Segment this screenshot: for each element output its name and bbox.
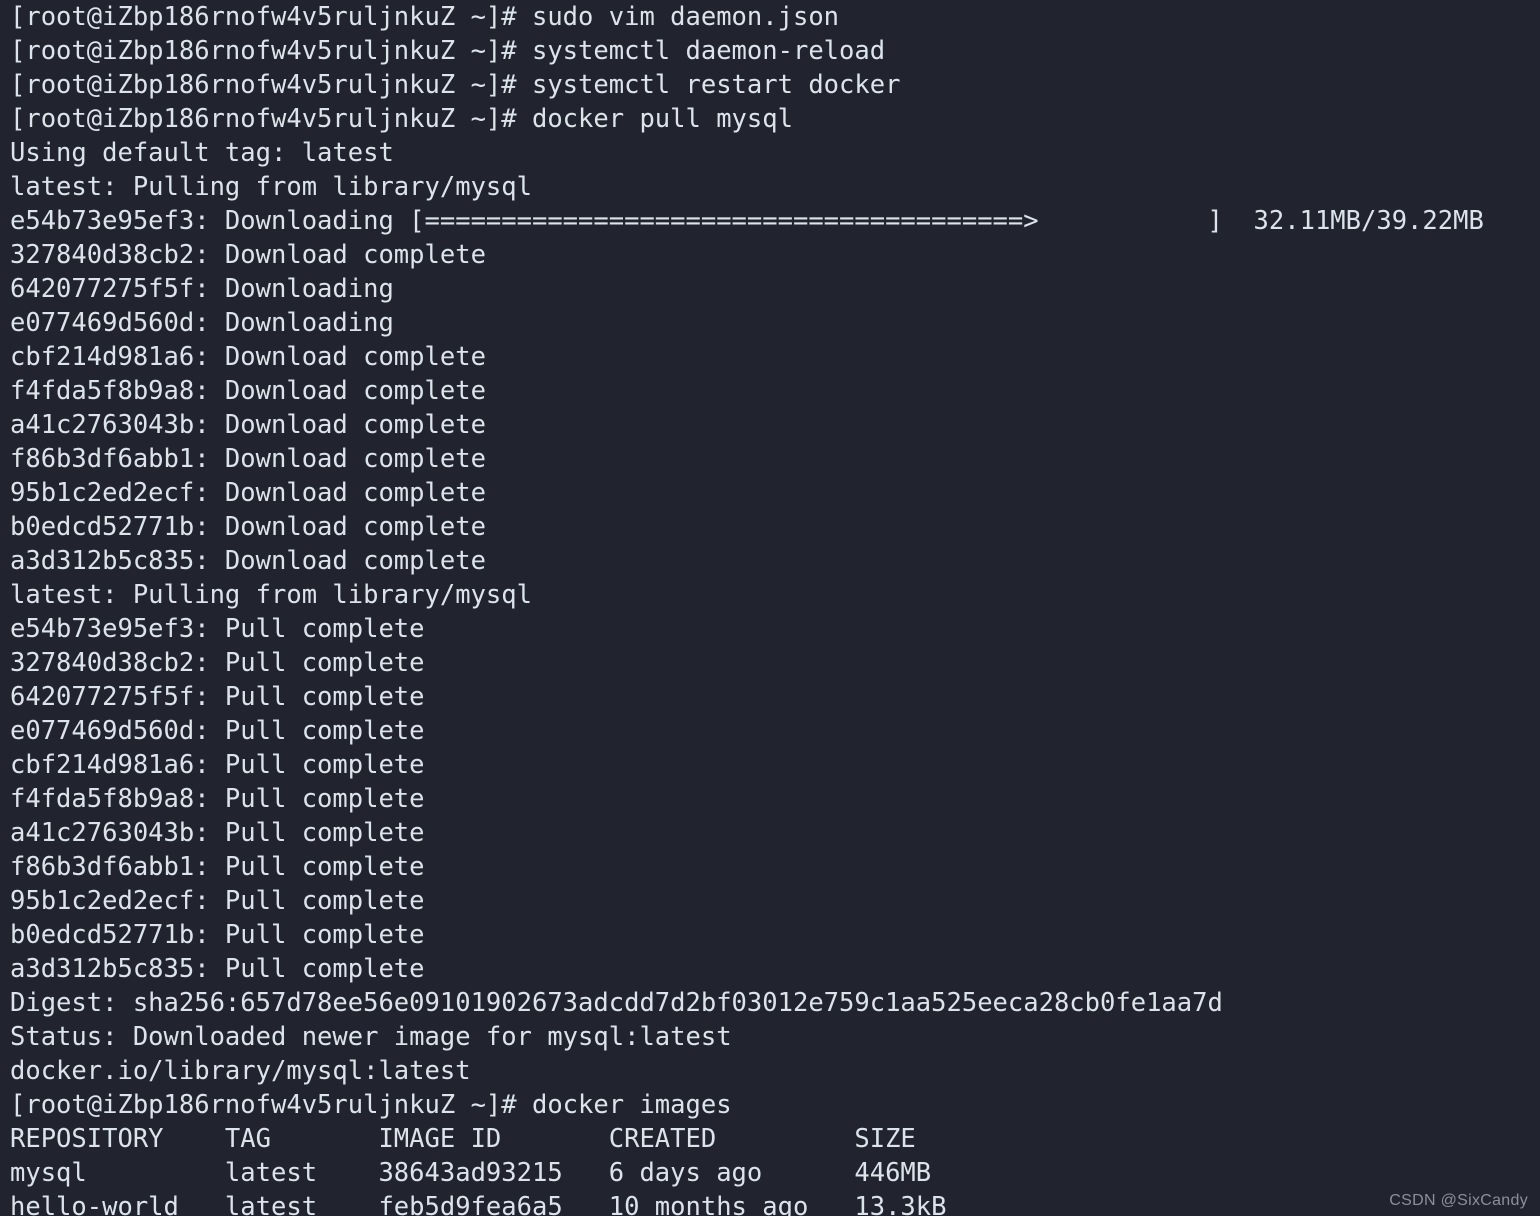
terminal-line: 642077275f5f: Pull complete xyxy=(10,682,425,712)
terminal-line: f4fda5f8b9a8: Pull complete xyxy=(10,784,425,814)
terminal-line: [root@iZbp186rnofw4v5ruljnkuZ ~]# system… xyxy=(10,36,886,66)
terminal-line: [root@iZbp186rnofw4v5ruljnkuZ ~]# sudo v… xyxy=(10,2,840,32)
terminal-line: e54b73e95ef3: Pull complete xyxy=(10,614,425,644)
terminal-line: 95b1c2ed2ecf: Download complete xyxy=(10,478,486,508)
terminal-line: e077469d560d: Downloading xyxy=(10,308,394,338)
terminal-line: e54b73e95ef3: Downloading [=============… xyxy=(10,206,1484,236)
terminal-line: a41c2763043b: Download complete xyxy=(10,410,486,440)
terminal-line: b0edcd52771b: Download complete xyxy=(10,512,486,542)
terminal-line: mysql latest 38643ad93215 6 days ago 446… xyxy=(10,1158,932,1188)
terminal-line: 642077275f5f: Downloading xyxy=(10,274,394,304)
terminal-line: b0edcd52771b: Pull complete xyxy=(10,920,425,950)
terminal-line: f4fda5f8b9a8: Download complete xyxy=(10,376,486,406)
terminal-line: a3d312b5c835: Download complete xyxy=(10,546,486,576)
terminal-line: docker.io/library/mysql:latest xyxy=(10,1056,471,1086)
terminal-line: latest: Pulling from library/mysql xyxy=(10,172,532,202)
terminal-line: [root@iZbp186rnofw4v5ruljnkuZ ~]# docker… xyxy=(10,1090,732,1120)
terminal-line: Status: Downloaded newer image for mysql… xyxy=(10,1022,732,1052)
terminal-line: [root@iZbp186rnofw4v5ruljnkuZ ~]# system… xyxy=(10,70,901,100)
terminal-line: f86b3df6abb1: Pull complete xyxy=(10,852,425,882)
terminal-line: e077469d560d: Pull complete xyxy=(10,716,425,746)
terminal-line: a3d312b5c835: Pull complete xyxy=(10,954,425,984)
terminal-line: hello-world latest feb5d9fea6a5 10 month… xyxy=(10,1192,947,1216)
terminal-line: latest: Pulling from library/mysql xyxy=(10,580,532,610)
terminal-line: f86b3df6abb1: Download complete xyxy=(10,444,486,474)
terminal-line: REPOSITORY TAG IMAGE ID CREATED SIZE xyxy=(10,1124,916,1154)
terminal-line: 327840d38cb2: Download complete xyxy=(10,240,486,270)
watermark: CSDN @SixCandy xyxy=(1389,1192,1528,1209)
terminal-line: cbf214d981a6: Download complete xyxy=(10,342,486,372)
terminal-line: Using default tag: latest xyxy=(10,138,394,168)
terminal-output[interactable]: [root@iZbp186rnofw4v5ruljnkuZ ~]# sudo v… xyxy=(0,0,1540,1216)
terminal-line: 95b1c2ed2ecf: Pull complete xyxy=(10,886,425,916)
terminal-line: cbf214d981a6: Pull complete xyxy=(10,750,425,780)
terminal-line: a41c2763043b: Pull complete xyxy=(10,818,425,848)
terminal-line: Digest: sha256:657d78ee56e09101902673adc… xyxy=(10,988,1223,1018)
terminal-line: [root@iZbp186rnofw4v5ruljnkuZ ~]# docker… xyxy=(10,104,793,134)
terminal-line: 327840d38cb2: Pull complete xyxy=(10,648,425,678)
